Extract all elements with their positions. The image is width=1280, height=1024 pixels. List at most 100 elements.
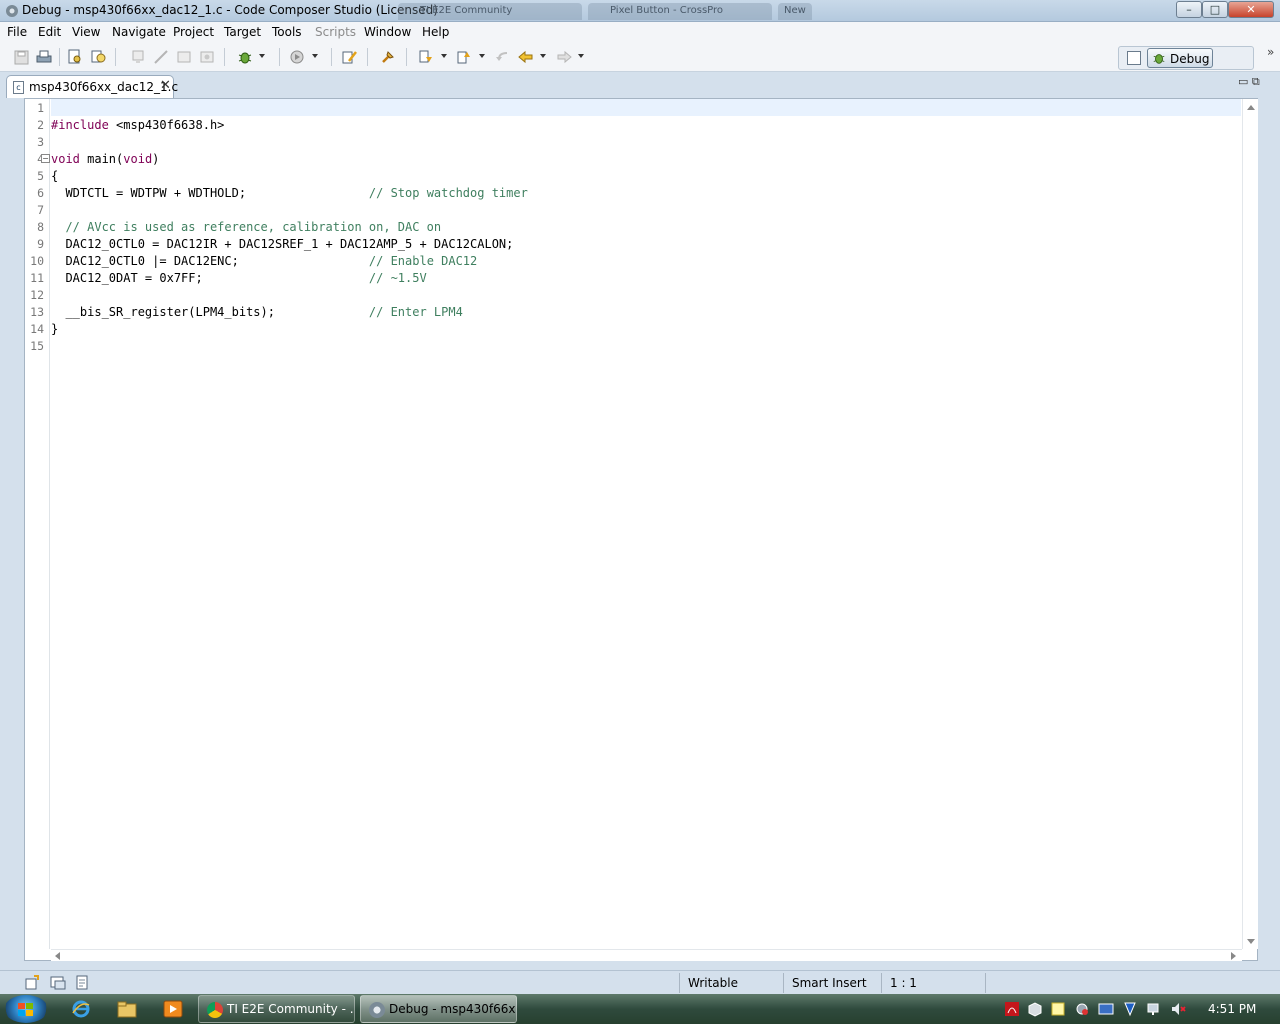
editor-tab-label: msp430f66xx_dac12_1.c: [29, 80, 179, 94]
file-explorer-icon[interactable]: [109, 997, 145, 1021]
debug-dropdown[interactable]: [259, 54, 266, 59]
menu-file[interactable]: File: [7, 25, 27, 39]
code-comment: // ~1.5V: [368, 271, 427, 285]
vertical-scrollbar[interactable]: [1242, 99, 1258, 949]
open-perspective-icon[interactable]: [1127, 51, 1141, 65]
print-icon[interactable]: [35, 48, 53, 66]
media-player-icon[interactable]: [155, 997, 191, 1021]
background-browser-tab[interactable]: New: [778, 3, 812, 20]
scroll-down-arrow-icon[interactable]: [1247, 939, 1255, 944]
scroll-right-arrow-icon[interactable]: [1231, 952, 1236, 960]
volume-muted-icon[interactable]: [1170, 1001, 1186, 1017]
tab-close-icon[interactable]: ✕: [160, 78, 171, 93]
back-dropdown[interactable]: [540, 54, 547, 59]
code-line-10: DAC12_0CTL0 |= DAC12ENC; // Enable DAC12: [51, 254, 478, 268]
antivirus-tray-icon[interactable]: [1122, 1001, 1138, 1017]
pin-icon[interactable]: [379, 48, 397, 66]
toolbar-separator: [115, 48, 116, 66]
code-line-9: DAC12_0CTL0 = DAC12IR + DAC12SREF_1 + DA…: [51, 237, 514, 251]
fold-collapse-icon[interactable]: −: [41, 154, 50, 163]
package-tray-icon[interactable]: [1027, 1001, 1043, 1017]
network-device-tray-icon[interactable]: [1098, 1001, 1114, 1017]
print-preview-icon[interactable]: [66, 48, 84, 66]
background-browser-tab[interactable]: TI E2E Community: [398, 3, 582, 20]
forward-dropdown[interactable]: [578, 54, 585, 59]
acrobat-tray-icon[interactable]: [1004, 1001, 1020, 1017]
restart-icon[interactable]: [198, 48, 216, 66]
line-number: 3: [37, 135, 44, 149]
toolbar-separator: [367, 48, 368, 66]
menu-navigate[interactable]: Navigate: [112, 25, 166, 39]
editor-tab[interactable]: c msp430f66xx_dac12_1.c ✕: [6, 75, 178, 98]
menu-window[interactable]: Window: [364, 25, 411, 39]
previous-annotation-dropdown[interactable]: [479, 54, 486, 59]
horizontal-scrollbar[interactable]: [51, 949, 1242, 961]
toolbar-overflow-chevron[interactable]: »: [1267, 45, 1274, 59]
current-line-highlight: [51, 99, 1241, 116]
line-number: 12: [30, 288, 44, 302]
save-icon[interactable]: [12, 48, 30, 66]
taskbar-button-ccs[interactable]: Debug - msp430f66x...: [360, 995, 517, 1023]
menu-scripts[interactable]: Scripts: [315, 25, 356, 39]
disconnect-icon[interactable]: [129, 48, 147, 66]
perspective-switcher: Debug: [1118, 46, 1254, 70]
line-number: 5: [37, 169, 44, 183]
next-annotation-dropdown[interactable]: [441, 54, 448, 59]
status-separator: [881, 973, 882, 993]
title-bar: Debug - msp430f66xx_dac12_1.c - Code Com…: [0, 0, 1280, 22]
previous-annotation-icon[interactable]: [455, 48, 473, 66]
menu-view[interactable]: View: [72, 25, 100, 39]
internet-explorer-icon[interactable]: [63, 997, 99, 1021]
background-browser-tab[interactable]: Pixel Button - CrossPro: [588, 3, 772, 20]
search-files-icon[interactable]: [90, 48, 108, 66]
line-number: 13: [30, 305, 44, 319]
start-button[interactable]: [4, 995, 48, 1023]
menu-project[interactable]: Project: [173, 25, 214, 39]
code-editor[interactable]: 1 2 3 4 5 6 7 8 9 10 11 12 13 14 15 − #i…: [24, 98, 1258, 961]
console-view-icon[interactable]: [50, 975, 66, 991]
code-line-14: }: [51, 322, 59, 336]
taskbar-button-chrome[interactable]: TI E2E Community - ...: [198, 995, 355, 1023]
keyword: void: [51, 152, 80, 166]
status-separator: [679, 973, 680, 993]
line-number: 9: [37, 237, 44, 251]
code-line-11: DAC12_0DAT = 0x7FF; // ~1.5V: [51, 271, 427, 285]
menu-target[interactable]: Target: [224, 25, 261, 39]
external-tools-icon[interactable]: [341, 48, 359, 66]
debug-perspective-button[interactable]: Debug: [1147, 48, 1213, 68]
network-tray-icon[interactable]: [1146, 1001, 1162, 1017]
status-separator: [985, 973, 986, 993]
run-dropdown[interactable]: [312, 54, 319, 59]
run-icon[interactable]: [289, 48, 307, 66]
close-button[interactable]: ✕: [1228, 1, 1274, 18]
editor-tab-row: c msp430f66xx_dac12_1.c ✕ ▭ ⧉: [0, 72, 1280, 98]
system-clock[interactable]: 4:51 PM: [1208, 1002, 1256, 1016]
maximize-button[interactable]: □: [1202, 1, 1228, 18]
code-line-4: void main(void): [51, 152, 160, 166]
next-annotation-icon[interactable]: [417, 48, 435, 66]
minimize-view-icon[interactable]: ▭: [1238, 75, 1248, 88]
back-icon[interactable]: [517, 48, 535, 66]
menu-tools[interactable]: Tools: [272, 25, 302, 39]
fast-view-icon[interactable]: [24, 975, 40, 991]
editor-minimize-maximize[interactable]: ▭ ⧉: [1238, 75, 1260, 89]
line-number: 7: [37, 203, 44, 217]
load-program-icon[interactable]: [175, 48, 193, 66]
last-edit-icon[interactable]: [494, 48, 512, 66]
minimize-button[interactable]: –: [1176, 1, 1202, 18]
notes-tray-icon[interactable]: [1050, 1001, 1066, 1017]
menu-help[interactable]: Help: [422, 25, 449, 39]
cursor-position-status: 1 : 1: [890, 976, 917, 990]
menu-edit[interactable]: Edit: [38, 25, 61, 39]
debug-icon[interactable]: [236, 48, 254, 66]
code-comment: // AVcc is used as reference, calibratio…: [65, 220, 442, 234]
connect-icon[interactable]: [152, 48, 170, 66]
problems-view-icon[interactable]: [74, 975, 90, 991]
forward-icon[interactable]: [555, 48, 573, 66]
scroll-left-arrow-icon[interactable]: [55, 952, 60, 960]
line-number: 11: [30, 271, 44, 285]
toolbar-separator: [331, 48, 332, 66]
settings-tray-icon[interactable]: [1074, 1001, 1090, 1017]
scroll-up-arrow-icon[interactable]: [1247, 105, 1255, 110]
maximize-view-icon[interactable]: ⧉: [1252, 75, 1260, 88]
